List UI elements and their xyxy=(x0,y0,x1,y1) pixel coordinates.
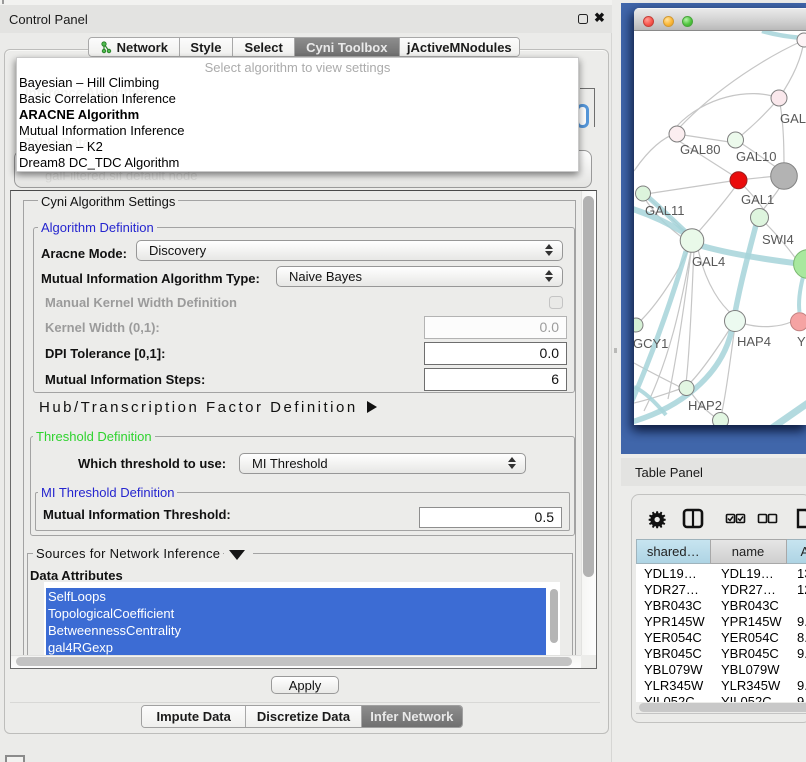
svg-text:GAL4: GAL4 xyxy=(692,254,725,269)
svg-text:GCY1: GCY1 xyxy=(634,336,668,351)
svg-text:GAL: GAL xyxy=(780,111,806,126)
svg-text:HAP2: HAP2 xyxy=(688,398,722,413)
svg-text:SWI4: SWI4 xyxy=(762,232,794,247)
svg-text:GAL1: GAL1 xyxy=(741,192,774,207)
svg-text:Y: Y xyxy=(797,334,806,349)
svg-text:GAL10: GAL10 xyxy=(736,149,776,164)
svg-text:GAL11: GAL11 xyxy=(645,203,685,218)
svg-text:HAP4: HAP4 xyxy=(737,334,771,349)
svg-text:GAL80: GAL80 xyxy=(680,142,720,157)
